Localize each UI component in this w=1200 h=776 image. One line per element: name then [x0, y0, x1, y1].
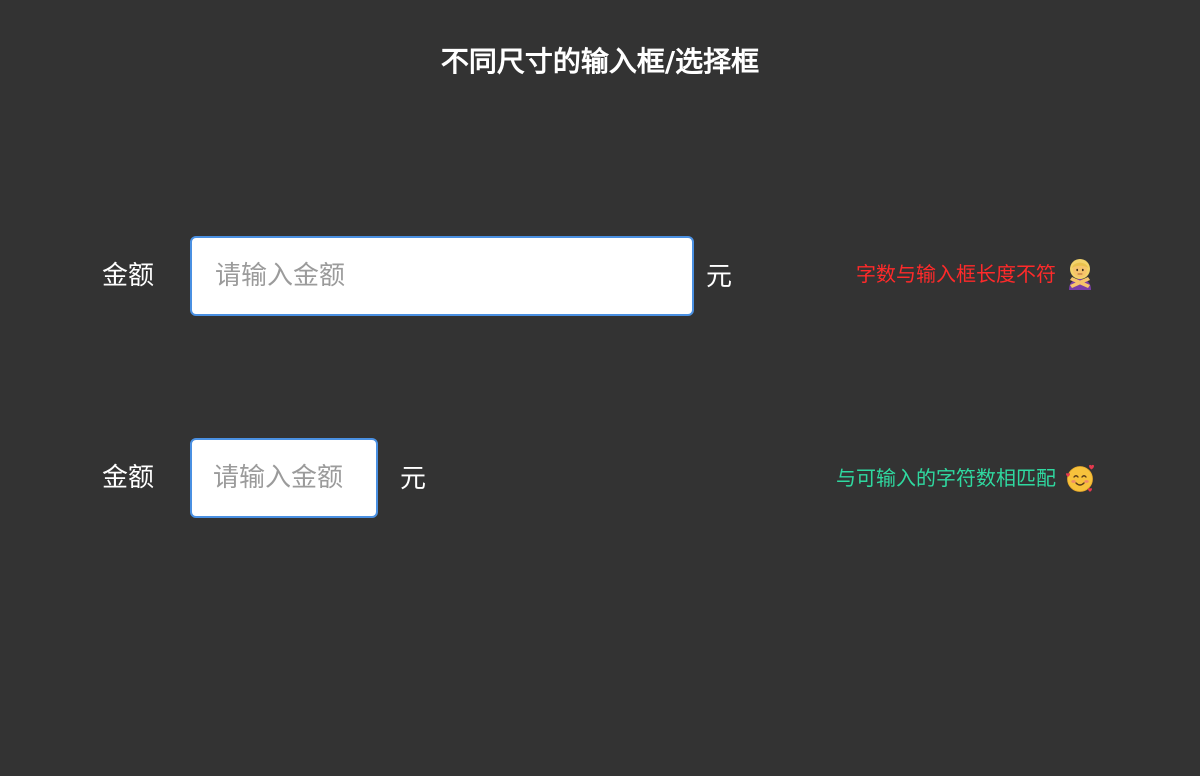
amount-input-wide[interactable]: [190, 236, 694, 316]
mismatch-note: 字数与输入框长度不符: [856, 256, 1096, 292]
unit-label: 元: [400, 464, 427, 494]
amount-input-narrow[interactable]: [190, 438, 378, 518]
amount-label: 金额: [102, 463, 155, 493]
unit-label: 元: [706, 262, 733, 292]
mismatch-note-text: 字数与输入框长度不符: [856, 262, 1056, 286]
amount-label: 金额: [102, 261, 155, 291]
match-note-text: 与可输入的字符数相匹配: [836, 466, 1056, 490]
match-note: 与可输入的字符数相匹配: [836, 460, 1096, 496]
page-title: 不同尺寸的输入框/选择框: [440, 45, 760, 78]
person-gesturing-no-icon: [1064, 258, 1096, 290]
smiling-face-with-hearts-icon: [1064, 462, 1096, 494]
